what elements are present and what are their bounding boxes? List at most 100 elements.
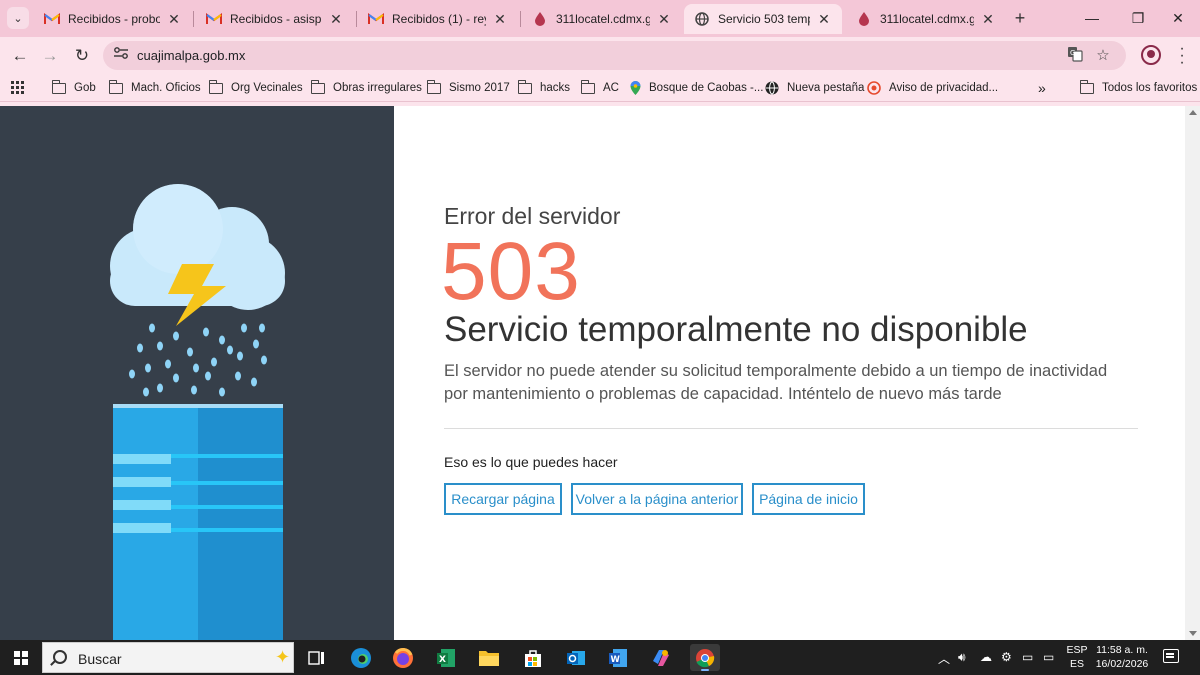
bookmark-gob[interactable]: Gob	[51, 79, 96, 97]
bookmark-star-icon[interactable]: ☆	[1093, 46, 1113, 66]
tab-strip: ⌄ Recibidos - probosque ✕ Recibidos - as…	[0, 0, 1200, 37]
menu-dots-icon[interactable]: · · ·	[1176, 41, 1188, 71]
edge-icon[interactable]	[346, 644, 376, 671]
bookmark-ac[interactable]: AC	[580, 79, 619, 97]
close-tab-icon[interactable]: ✕	[492, 11, 508, 28]
bookmark-hacks[interactable]: hacks	[517, 79, 571, 97]
folder-icon	[310, 79, 325, 94]
tab-label: Recibidos - asisprobo	[230, 12, 322, 26]
minimize-button[interactable]: —	[1070, 5, 1114, 31]
bookmark-sismo-2017[interactable]: Sismo 2017	[426, 79, 510, 97]
tab-separator	[193, 11, 194, 27]
server-storm-illustration	[110, 184, 285, 640]
tab-search-button[interactable]: ⌄	[7, 7, 29, 29]
task-view-icon[interactable]	[302, 644, 332, 671]
divider	[444, 428, 1138, 429]
search-placeholder: Buscar	[78, 651, 122, 667]
close-tab-icon[interactable]: ✕	[980, 11, 996, 28]
copilot-icon[interactable]	[646, 644, 676, 671]
close-tab-icon[interactable]: ✕	[816, 11, 832, 28]
rain-drops-icon	[129, 323, 267, 397]
sparkle-icon: ✦	[275, 647, 291, 667]
close-window-button[interactable]: ✕	[1156, 5, 1200, 31]
reload-button[interactable]: ↻	[70, 44, 94, 68]
firefox-icon[interactable]	[388, 644, 418, 671]
folder-icon	[580, 79, 595, 94]
bookmark-label: Obras irregulares	[333, 82, 422, 94]
tab-gmail-reynita[interactable]: Recibidos (1) - reynita ✕	[358, 4, 518, 34]
locatel-icon	[532, 11, 548, 27]
svg-text:G: G	[1070, 49, 1075, 57]
gmail-icon	[44, 11, 60, 27]
apps-grid-icon[interactable]	[11, 81, 24, 94]
tray-chevron-up-icon[interactable]: ︿	[938, 650, 950, 667]
tab-label: 311locatel.cdmx.gob.m	[880, 12, 974, 26]
notifications-icon[interactable]	[1163, 649, 1179, 663]
profile-avatar-icon[interactable]	[1141, 45, 1161, 65]
tab-locatel-2[interactable]: 311locatel.cdmx.gob.m ✕	[846, 4, 1006, 34]
scroll-down-icon[interactable]	[1189, 631, 1197, 636]
back-button[interactable]: ←	[8, 44, 32, 68]
bookmark-label: Gob	[74, 82, 96, 94]
translate-icon[interactable]: G	[1065, 46, 1085, 66]
arrow-left-icon: ←	[11, 46, 29, 65]
tab-gmail-asisprobo[interactable]: Recibidos - asisprobo ✕	[196, 4, 354, 34]
file-explorer-icon[interactable]	[474, 644, 504, 671]
bookmark-bosque-caobas[interactable]: Bosque de Caobas -...	[630, 79, 763, 97]
vertical-scrollbar[interactable]	[1185, 106, 1200, 640]
volume-icon[interactable]: 🔊︎	[958, 650, 966, 665]
close-tab-icon[interactable]: ✕	[656, 11, 672, 28]
system-clock[interactable]: 11:58 a. m. 16/02/2026	[1094, 643, 1150, 671]
close-tab-icon[interactable]: ✕	[166, 11, 182, 28]
globe-icon	[765, 81, 779, 95]
double-chevron-right-icon: »	[1038, 80, 1046, 96]
onedrive-cloud-icon[interactable]: ☁	[980, 650, 992, 664]
reload-page-button[interactable]: Recargar página	[444, 483, 562, 515]
close-tab-icon[interactable]: ✕	[328, 11, 344, 28]
new-tab-button[interactable]: +	[1010, 8, 1030, 28]
arrow-right-icon: →	[41, 46, 59, 65]
chevron-down-icon: ⌄	[13, 12, 23, 25]
chrome-icon[interactable]	[690, 644, 720, 671]
bookmarks-overflow-button[interactable]: »	[1038, 79, 1046, 97]
excel-icon[interactable]: X	[431, 644, 461, 671]
microsoft-store-icon[interactable]	[518, 644, 548, 671]
restore-button[interactable]: ❐	[1116, 5, 1160, 31]
tab-servicio-503[interactable]: Servicio 503 temporal ✕	[684, 4, 842, 34]
home-page-button[interactable]: Página de inicio	[752, 483, 865, 515]
windows-start-icon[interactable]	[14, 651, 28, 665]
word-icon[interactable]: W	[603, 644, 633, 671]
error-title: Servicio temporalmente no disponible	[444, 310, 1028, 349]
bookmark-org-vecinales[interactable]: Org Vecinales	[208, 79, 303, 97]
tab-separator	[356, 11, 357, 27]
site-info-icon[interactable]	[111, 46, 131, 66]
network-icon[interactable]: ▭	[1022, 650, 1033, 664]
tab-label: 311locatel.cdmx.gob.m	[556, 12, 650, 26]
battery-icon[interactable]: ▭	[1043, 650, 1054, 664]
bookmark-nueva-pestana[interactable]: Nueva pestaña	[765, 79, 864, 97]
tab-gmail-probosque[interactable]: Recibidos - probosque ✕	[34, 4, 192, 34]
tab-locatel-1[interactable]: 311locatel.cdmx.gob.m ✕	[522, 4, 682, 34]
folder-icon	[517, 79, 532, 94]
illustration-panel	[0, 106, 394, 640]
address-bar[interactable]: cuajimalpa.gob.mx G ☆	[103, 41, 1126, 70]
svg-text:W: W	[611, 655, 621, 665]
language-indicator[interactable]: ESP ES	[1066, 643, 1088, 671]
bookmark-mach-oficios[interactable]: Mach. Oficios	[108, 79, 201, 97]
bookmark-aviso-privacidad[interactable]: Aviso de privacidad...	[867, 79, 998, 97]
scroll-up-icon[interactable]	[1189, 110, 1197, 115]
bookmark-label: hacks	[540, 82, 571, 94]
forward-button[interactable]: →	[38, 44, 62, 68]
outlook-icon[interactable]	[561, 644, 591, 671]
tab-separator	[520, 11, 521, 27]
globe-icon	[694, 11, 710, 27]
previous-page-button[interactable]: Volver a la página anterior	[571, 483, 743, 515]
all-bookmarks-button[interactable]: Todos los favoritos	[1079, 79, 1197, 97]
browser-toolbar: ← → ↻ cuajimalpa.gob.mx G ☆ · · ·	[0, 37, 1200, 74]
page-content: Error del servidor 503 Servicio temporal…	[0, 106, 1200, 640]
search-icon	[53, 650, 67, 664]
settings-icon[interactable]: ⚙	[1001, 650, 1012, 664]
bookmark-label: Sismo 2017	[449, 82, 510, 94]
bookmark-obras-irregulares[interactable]: Obras irregulares	[310, 79, 422, 97]
taskbar-search-box[interactable]: Buscar ✦	[42, 642, 294, 673]
